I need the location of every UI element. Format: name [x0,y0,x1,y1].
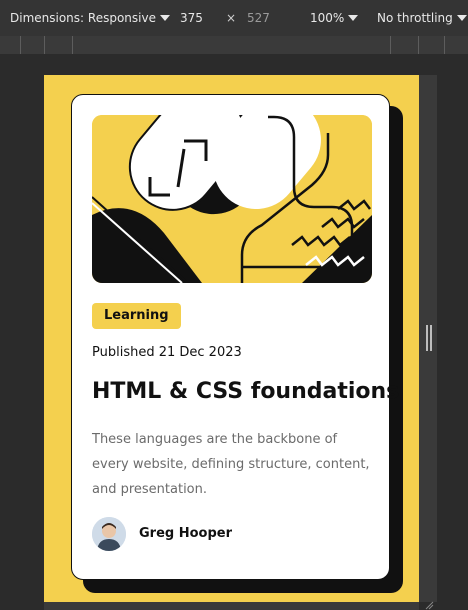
resize-handle[interactable] [430,325,432,351]
card-title[interactable]: HTML & CSS foundations [92,379,399,404]
card-description: These languages are the backbone of ever… [92,432,370,497]
throttle-label: No throttling [377,11,453,25]
ruler-tick [444,36,445,54]
avatar-image [92,517,126,551]
ruler-tick [72,36,73,54]
throttle-dropdown[interactable]: No throttling [377,11,467,25]
chevron-down-icon [456,15,467,21]
zoom-label: 100% [310,11,345,25]
devtools-toolbar: Dimensions: Responsive 375 × 527 100% No… [0,0,468,36]
resize-corner-icon[interactable] [424,600,434,610]
published-date: Published 21 Dec 2023 [92,345,242,360]
card-illustration [92,115,372,283]
author-name: Greg Hooper [139,526,233,541]
category-tag: Learning [92,303,181,329]
zoom-dropdown[interactable]: 100% [310,11,359,25]
times-icon: × [226,11,237,25]
blog-card[interactable]: Learning Published 21 Dec 2023 HTML & CS… [71,94,399,580]
dimensions-dropdown[interactable]: Dimensions: Responsive [10,11,170,25]
chevron-down-icon [348,15,359,21]
resize-handle[interactable] [426,325,428,351]
ruler-tick [44,36,45,54]
resize-gutter[interactable] [419,75,437,602]
dimensions-label: Dimensions: Responsive [10,11,156,25]
ruler-tick [390,36,391,54]
height-input[interactable]: 527 [247,11,270,25]
chevron-down-icon [159,15,170,21]
ruler-tick [20,36,21,54]
bottom-resize-bar[interactable] [44,602,419,610]
media-query-ruler [0,36,468,54]
ruler-tick [418,36,419,54]
avatar [92,517,126,551]
abstract-illustration [92,115,372,283]
width-input[interactable]: 375 [180,11,203,25]
